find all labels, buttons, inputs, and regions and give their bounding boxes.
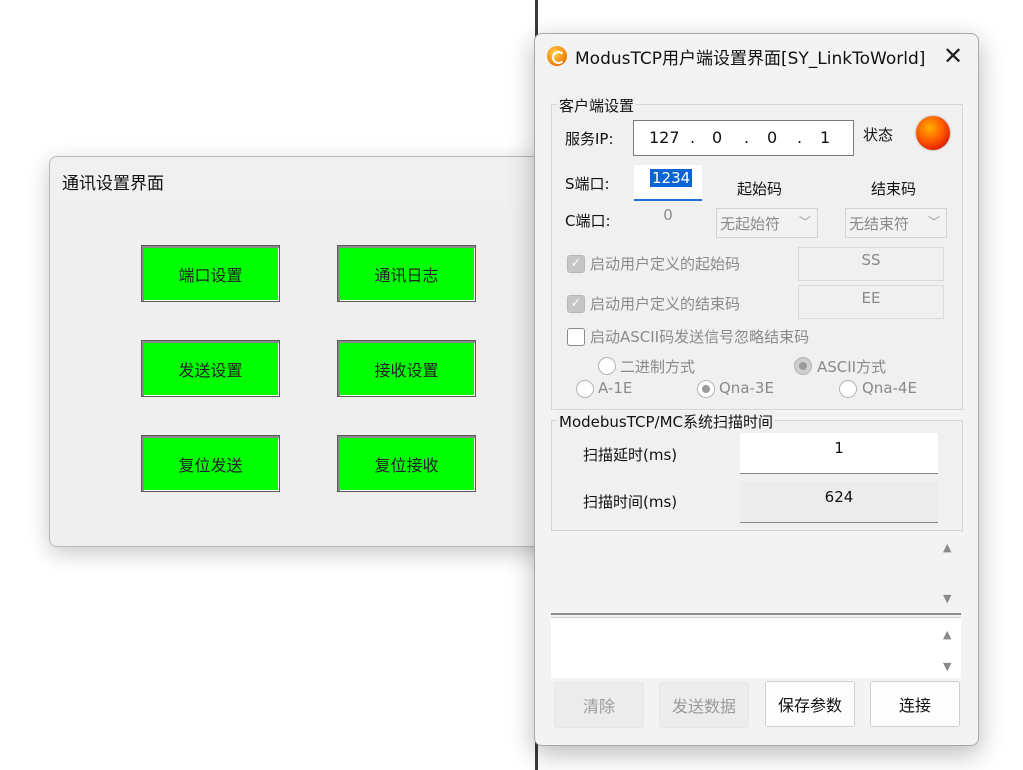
window-title: ModusTCP用户端设置界面[SY_LinkToWorld] [575,49,926,69]
a1e-radio[interactable] [576,380,594,398]
save-params-button[interactable]: 保存参数 [765,681,855,727]
receive-log-textarea[interactable]: ▲ ▼ [551,530,961,613]
ascii-mode-radio[interactable] [794,357,812,375]
chevron-down-icon: ﹀ [798,215,811,229]
chevron-down-icon: ﹀ [927,215,940,229]
server-ip-input[interactable]: 127 . 0 . 0 . 1 [633,120,854,156]
c-port-input[interactable]: 0 [634,206,702,232]
client-settings-label: 客户端设置 [557,95,637,116]
qna3e-label: Qna-3E [719,379,774,397]
end-code-label: 结束码 [871,180,917,198]
scan-time-group-label: ModebusTCP/MC系统扫描时间 [557,411,775,432]
scroll-up-icon[interactable]: ▲ [943,541,951,554]
port-settings-button[interactable]: 端口设置 [141,245,280,302]
divider [551,613,961,615]
reset-send-button[interactable]: 复位发送 [141,435,280,492]
scan-delay-label: 扫描延时(ms) [583,446,678,464]
ascii-mode-label: ASCII方式 [817,358,887,376]
clear-button[interactable]: 清除 [554,682,644,728]
custom-start-label: 启动用户定义的起始码 [590,255,741,273]
send-data-button[interactable]: 发送数据 [659,682,749,728]
reset-receive-button[interactable]: 复位接收 [337,435,476,492]
s-port-label: S端口: [565,175,610,193]
send-settings-button[interactable]: 发送设置 [141,340,280,397]
status-indicator-icon [916,116,950,150]
scroll-up-icon[interactable]: ▲ [943,628,951,641]
close-button[interactable]: ✕ [936,40,970,72]
status-label: 状态 [863,126,894,144]
qna4e-radio[interactable] [839,380,857,398]
modbus-tcp-client-window: ModusTCP用户端设置界面[SY_LinkToWorld] ✕ 客户端设置 … [534,33,979,746]
binary-mode-label: 二进制方式 [620,358,696,376]
scan-time-display: 624 [740,482,938,523]
scroll-down-icon[interactable]: ▼ [943,660,951,673]
qna4e-label: Qna-4E [862,379,917,397]
ascii-ignore-checkbox[interactable] [567,328,585,346]
start-code-select[interactable]: 无起始符 ﹀ [716,208,818,238]
title-bar: ModusTCP用户端设置界面[SY_LinkToWorld] ✕ [535,34,978,78]
window-title: 通讯设置界面 [62,174,164,194]
server-ip-label: 服务IP: [565,130,614,148]
qna3e-radio[interactable] [697,380,715,398]
ascii-ignore-label: 启动ASCII码发送信号忽略结束码 [590,328,810,346]
connect-button[interactable]: 连接 [870,681,960,727]
scan-time-label: 扫描时间(ms) [583,493,678,511]
window-body: 端口设置 通讯日志 发送设置 接收设置 复位发送 复位接收 [50,203,590,546]
custom-end-checkbox[interactable]: ✓ [567,295,585,313]
custom-start-checkbox[interactable]: ✓ [567,255,585,273]
custom-start-input[interactable]: SS [798,247,944,281]
end-code-select[interactable]: 无结束符 ﹀ [845,208,947,238]
custom-end-input[interactable]: EE [798,285,944,319]
receive-settings-button[interactable]: 接收设置 [337,340,476,397]
a1e-label: A-1E [598,379,633,397]
scan-delay-input[interactable]: 1 [740,433,938,474]
send-data-textarea[interactable]: ▲ ▼ [551,617,961,678]
c-port-label: C端口: [565,212,611,230]
comm-settings-window: 通讯设置界面 端口设置 通讯日志 发送设置 接收设置 复位发送 复位接收 [49,156,591,547]
app-logo-icon [547,46,567,66]
start-code-label: 起始码 [737,180,783,198]
s-port-input[interactable]: 1234 [634,165,702,201]
comm-log-button[interactable]: 通讯日志 [337,245,476,302]
binary-mode-radio[interactable] [598,357,616,375]
scroll-down-icon[interactable]: ▼ [943,592,951,605]
custom-end-label: 启动用户定义的结束码 [590,295,741,313]
